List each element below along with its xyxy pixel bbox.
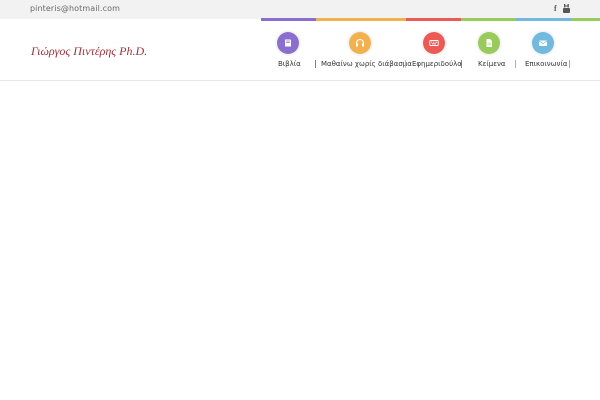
nav-item-books[interactable] (277, 32, 299, 54)
nav-item-newspaper[interactable] (423, 32, 445, 54)
document-icon (478, 32, 500, 54)
nav-separator (405, 60, 406, 68)
nav-label-contact[interactable]: Επικοινωνία (525, 60, 567, 68)
nav-item-learn[interactable] (349, 32, 371, 54)
nav-label-newspaper[interactable]: Εφημεριδούλα (412, 60, 462, 68)
facebook-icon[interactable]: f (554, 4, 557, 14)
envelope-icon (532, 32, 554, 54)
nav-item-texts[interactable] (478, 32, 500, 54)
headphones-icon (349, 32, 371, 54)
nav-label-texts[interactable]: Κείμενα (478, 60, 506, 68)
keyboard-icon (423, 32, 445, 54)
nav-separator (569, 60, 570, 68)
top-bar: pinteris@hotmail.com f (0, 0, 600, 19)
book-icon (277, 32, 299, 54)
nav-separator (461, 60, 462, 68)
nav-separator (315, 60, 316, 68)
nav-label-learn[interactable]: Μαθαίνω χωρίς διάβασμα (321, 60, 412, 68)
youtube-icon[interactable] (563, 4, 570, 13)
nav-item-contact[interactable] (532, 32, 554, 54)
site-logo[interactable]: Γιώργος Πιντέρης Ph.D. (31, 44, 147, 59)
nav-separator (515, 60, 516, 68)
contact-email[interactable]: pinteris@hotmail.com (30, 4, 120, 13)
nav-label-books[interactable]: Βιβλία (278, 60, 301, 68)
